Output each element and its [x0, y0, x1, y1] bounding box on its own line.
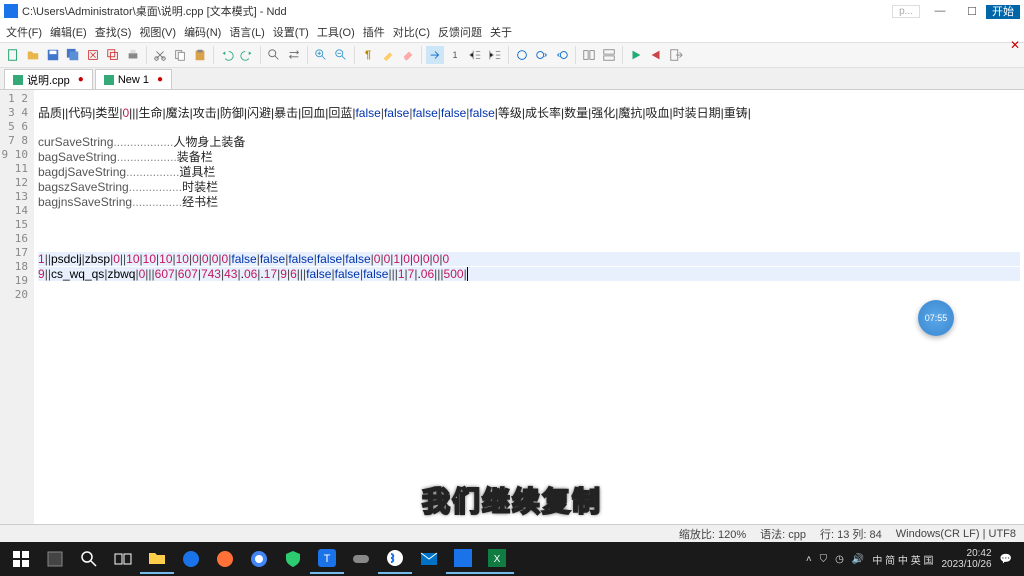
replace-icon[interactable] — [285, 46, 303, 64]
menu-view[interactable]: 视图(V) — [139, 24, 176, 40]
edge-icon[interactable] — [174, 544, 208, 574]
highlight-icon[interactable] — [379, 46, 397, 64]
menu-bar: 文件(F) 编辑(E) 查找(S) 视图(V) 编码(N) 语言(L) 设置(T… — [0, 22, 1024, 42]
mail-icon[interactable] — [412, 544, 446, 574]
zoom-out-icon[interactable] — [332, 46, 350, 64]
close-all-icon[interactable] — [104, 46, 122, 64]
goto-icon[interactable] — [426, 46, 444, 64]
excel-icon[interactable]: X — [480, 544, 514, 574]
timer-badge: 07:55 — [918, 300, 954, 336]
outdent-icon[interactable] — [466, 46, 484, 64]
exit-icon[interactable] — [667, 46, 685, 64]
stop-icon[interactable] — [647, 46, 665, 64]
taskbar-app-icon[interactable] — [38, 544, 72, 574]
status-zoom: 缩放比: 120% — [679, 526, 746, 542]
tab-file-2[interactable]: New 1 ● — [95, 69, 172, 89]
status-pos: 行: 13 列: 84 — [820, 526, 882, 542]
bookmark-icon[interactable] — [513, 46, 531, 64]
menu-tools[interactable]: 工具(O) — [317, 24, 355, 40]
new-file-icon[interactable] — [4, 46, 22, 64]
file-icon — [104, 75, 114, 85]
firefox-icon[interactable] — [208, 544, 242, 574]
editor-area[interactable]: 1 2 3 4 5 6 7 8 9 10 11 12 13 14 15 16 1… — [0, 90, 1024, 540]
open-file-icon[interactable] — [24, 46, 42, 64]
video-subtitle: 我们继续复制 — [422, 480, 602, 520]
start-button[interactable] — [4, 544, 38, 574]
game-icon[interactable] — [344, 544, 378, 574]
run-icon[interactable] — [627, 46, 645, 64]
menu-language[interactable]: 语言(L) — [229, 24, 264, 40]
app-t-icon[interactable]: T — [310, 544, 344, 574]
p-indicator: p... — [892, 5, 920, 18]
tray-notification-icon[interactable]: 💬 — [1000, 554, 1012, 565]
tab-bar: 说明.cpp ● New 1 ● — [0, 68, 1024, 90]
tab-label: New 1 — [118, 74, 149, 86]
tray-clock[interactable]: 20:422023/10/26 — [941, 548, 991, 570]
code-content[interactable]: 品质||代码|类型|0|||生命|魔法|攻击|防御|闪避|暴击|回血|回蓝|fa… — [34, 90, 1024, 540]
wordwrap-icon[interactable]: ¶ — [359, 46, 377, 64]
save-all-icon[interactable] — [64, 46, 82, 64]
window-title: C:\Users\Administrator\桌面\说明.cpp [文本模式] … — [22, 3, 287, 19]
find-icon[interactable] — [265, 46, 283, 64]
file-icon — [13, 75, 23, 85]
paste-icon[interactable] — [191, 46, 209, 64]
taskview-icon[interactable] — [106, 544, 140, 574]
status-enc: Windows(CR LF) | UTF8 — [896, 528, 1016, 540]
line-gutter: 1 2 3 4 5 6 7 8 9 10 11 12 13 14 15 16 1… — [0, 90, 34, 540]
tray-icon[interactable]: ◷ — [835, 554, 844, 565]
redo-icon[interactable] — [238, 46, 256, 64]
close-file-icon[interactable] — [84, 46, 102, 64]
chrome-icon[interactable] — [242, 544, 276, 574]
split-h-icon[interactable] — [580, 46, 598, 64]
tray-chevron-icon[interactable]: ˄ — [806, 554, 812, 565]
menu-feedback[interactable]: 反馈问题 — [438, 24, 482, 40]
menu-find[interactable]: 查找(S) — [95, 24, 132, 40]
split-v-icon[interactable] — [600, 46, 618, 64]
close-tab-x-icon[interactable]: ✕ — [1010, 38, 1020, 52]
save-icon[interactable] — [44, 46, 62, 64]
tray-icon[interactable]: ⛉ — [820, 554, 828, 565]
title-bar: C:\Users\Administrator\桌面\说明.cpp [文本模式] … — [0, 0, 1024, 22]
status-lang: 语法: cpp — [760, 526, 806, 542]
indent-icon[interactable]: 1 — [446, 46, 464, 64]
explorer-icon[interactable] — [140, 544, 174, 574]
menu-encoding[interactable]: 编码(N) — [184, 24, 221, 40]
minimize-button[interactable]: — — [924, 1, 956, 21]
tray-volume-icon[interactable]: 🔊 — [852, 554, 864, 565]
undo-icon[interactable] — [218, 46, 236, 64]
browser-s-icon[interactable] — [378, 544, 412, 574]
tab-label: 说明.cpp — [27, 72, 70, 88]
print-icon[interactable] — [124, 46, 142, 64]
eraser-icon[interactable] — [399, 46, 417, 64]
run-button[interactable]: 开始 — [986, 5, 1020, 19]
security-icon[interactable] — [276, 544, 310, 574]
tab-close-icon[interactable]: ● — [78, 74, 84, 85]
bookmark-prev-icon[interactable] — [553, 46, 571, 64]
menu-about[interactable]: 关于 — [490, 24, 512, 40]
taskbar: T X ˄ ⛉ ◷ 🔊 中 简 中 英 国 20:422023/10/26 💬 — [0, 542, 1024, 576]
bookmark-next-icon[interactable] — [533, 46, 551, 64]
svg-text:X: X — [494, 554, 501, 565]
zoom-in-icon[interactable] — [312, 46, 330, 64]
copy-icon[interactable] — [171, 46, 189, 64]
toolbar: ¶ 1 — [0, 42, 1024, 68]
menu-settings[interactable]: 设置(T) — [273, 24, 309, 40]
menu-compare[interactable]: 对比(C) — [393, 24, 430, 40]
menu-file[interactable]: 文件(F) — [6, 24, 42, 40]
status-bar: 缩放比: 120% 语法: cpp 行: 13 列: 84 Windows(CR… — [0, 524, 1024, 542]
system-tray[interactable]: ˄ ⛉ ◷ 🔊 中 简 中 英 国 20:422023/10/26 💬 — [806, 548, 1020, 570]
menu-edit[interactable]: 编辑(E) — [50, 24, 87, 40]
tray-ime[interactable]: 中 简 中 英 国 — [872, 552, 933, 567]
svg-text:T: T — [324, 553, 331, 565]
cut-icon[interactable] — [151, 46, 169, 64]
tab-file-1[interactable]: 说明.cpp ● — [4, 69, 93, 89]
menu-plugins[interactable]: 插件 — [363, 24, 385, 40]
ndd-icon[interactable] — [446, 544, 480, 574]
tab-close-icon[interactable]: ● — [157, 74, 163, 85]
indent-right-icon[interactable] — [486, 46, 504, 64]
app-icon — [4, 4, 18, 18]
search-icon[interactable] — [72, 544, 106, 574]
